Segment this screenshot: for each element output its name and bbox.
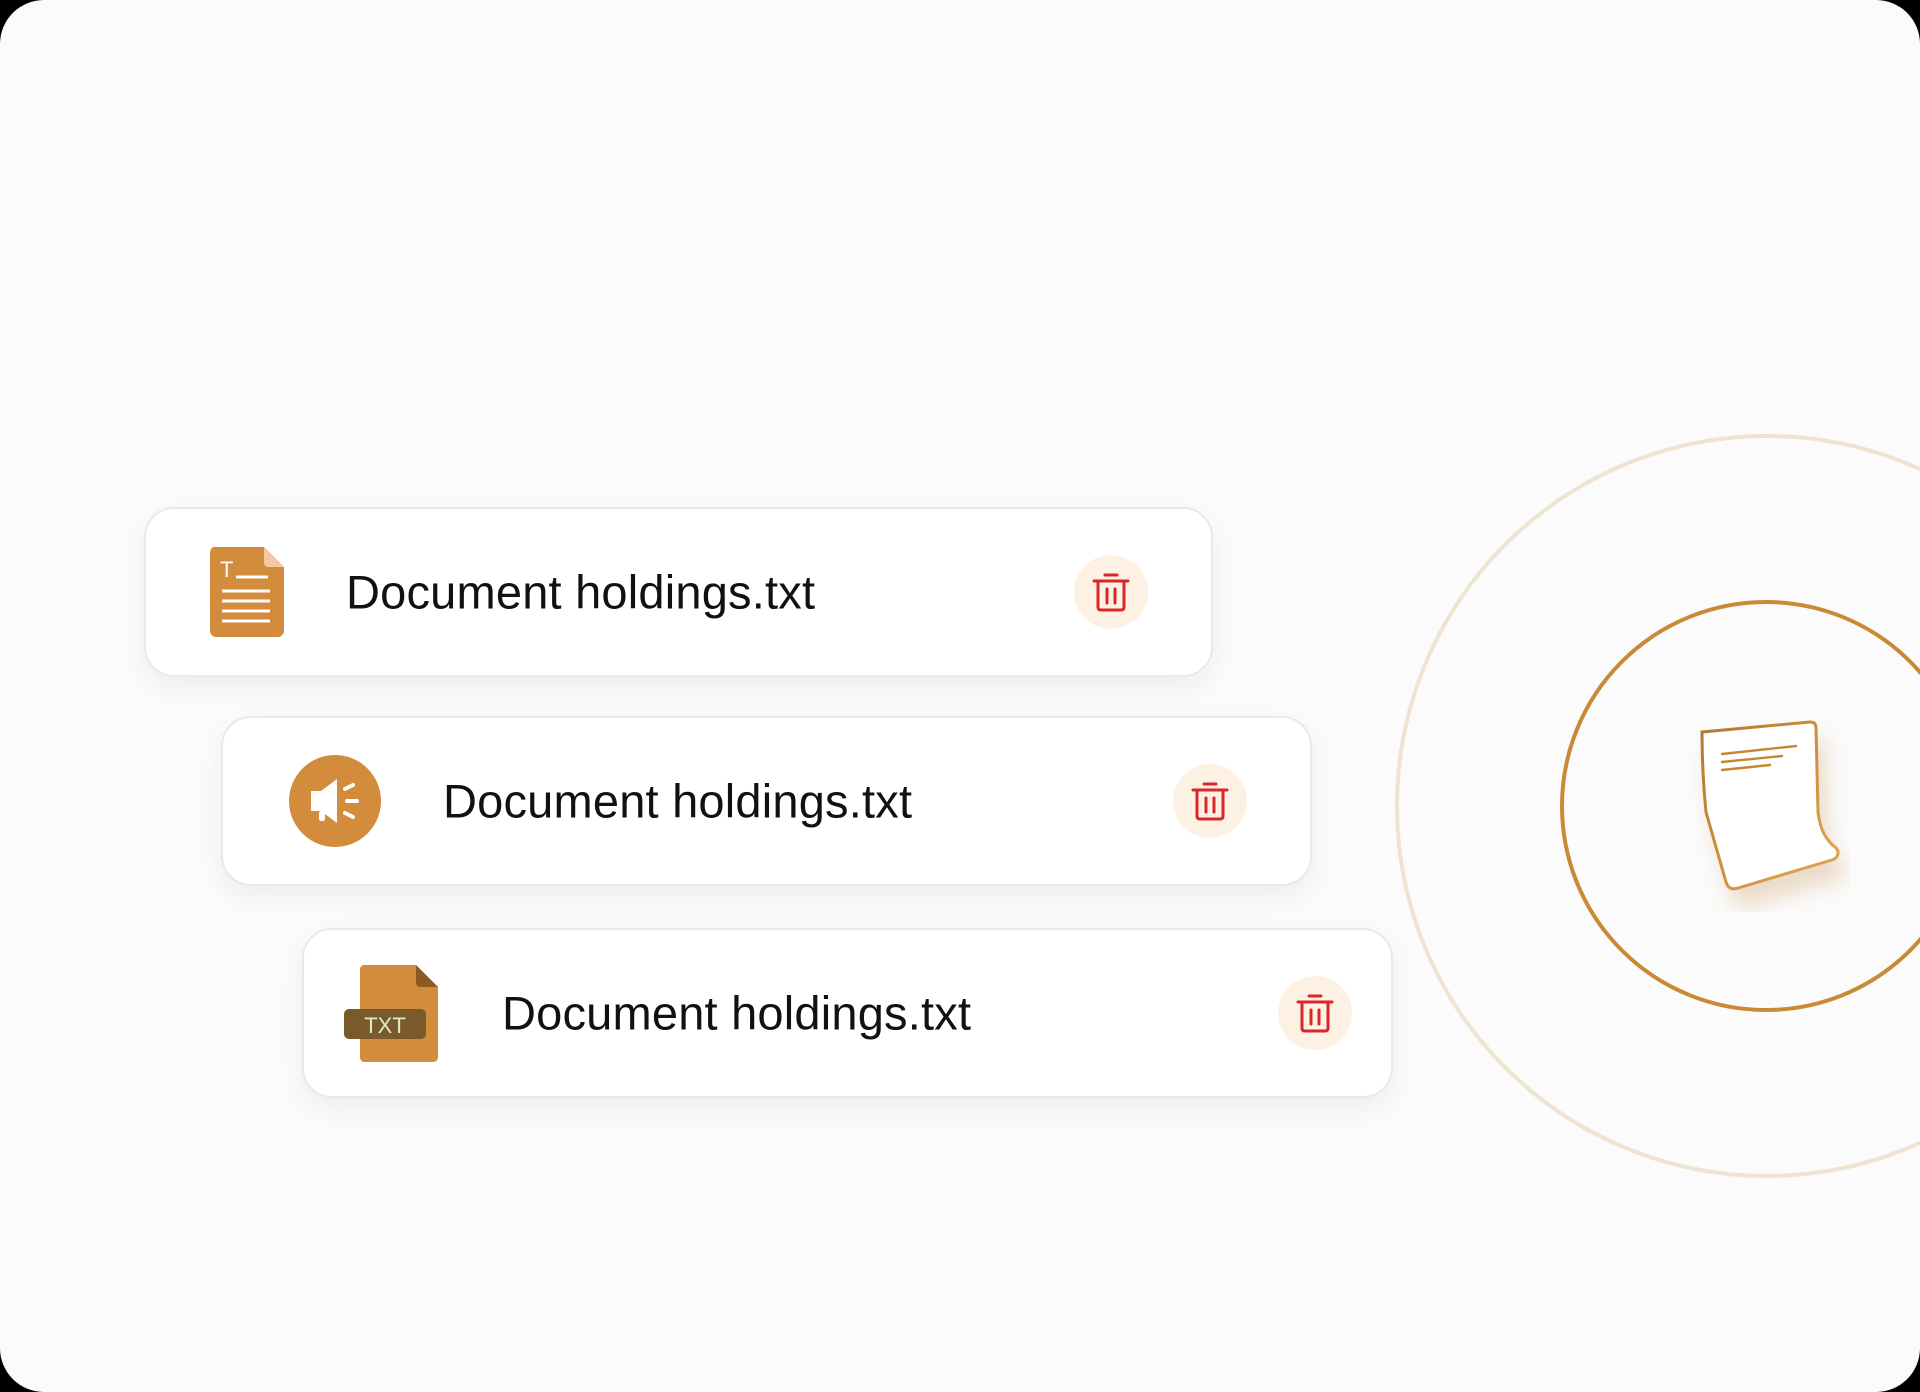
trash-icon — [1191, 782, 1229, 821]
file-name: Document holdings.txt — [502, 986, 972, 1040]
trash-icon — [1296, 994, 1334, 1033]
paper-document-icon — [1700, 720, 1840, 891]
delete-button[interactable] — [1074, 555, 1148, 629]
txt-file-icon: TXT — [344, 965, 438, 1062]
delete-button[interactable] — [1173, 764, 1247, 838]
file-name: Document holdings.txt — [443, 774, 913, 828]
trash-icon — [1092, 573, 1130, 612]
text-document-icon: T — [210, 547, 284, 637]
file-card[interactable]: TXT Document holdings.txt — [302, 928, 1393, 1098]
file-name: Document holdings.txt — [346, 565, 816, 619]
audio-speaker-icon — [289, 755, 381, 847]
svg-text:T: T — [220, 557, 233, 582]
file-card[interactable]: T Document holdings.txt — [144, 507, 1213, 677]
file-type-badge: TXT — [364, 1013, 406, 1038]
delete-button[interactable] — [1278, 976, 1352, 1050]
app-canvas: T Document holdings.txt Document holding… — [0, 0, 1920, 1392]
file-card[interactable]: Document holdings.txt — [221, 716, 1312, 886]
